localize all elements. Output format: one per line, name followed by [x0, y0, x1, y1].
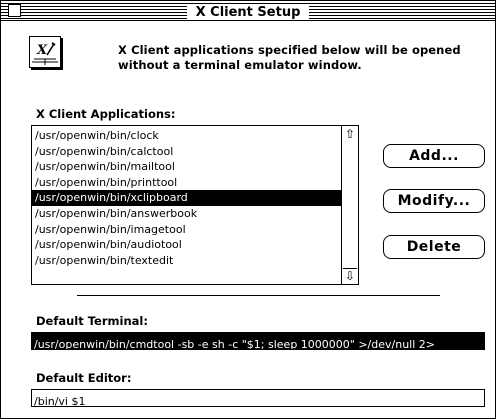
title-bar[interactable]: X Client Setup: [1, 1, 495, 21]
default-terminal-input[interactable]: [32, 337, 484, 349]
list-item[interactable]: /usr/openwin/bin/printtool: [32, 175, 341, 191]
list-item[interactable]: /usr/openwin/bin/textedit: [32, 253, 341, 269]
modify-button[interactable]: Modify...: [383, 189, 485, 213]
list-item[interactable]: /usr/openwin/bin/audiotool: [32, 237, 341, 253]
list-item[interactable]: /usr/openwin/bin/calctool: [32, 144, 341, 160]
intro-line-2: without a terminal emulator window.: [118, 58, 362, 72]
x-client-applications-list[interactable]: /usr/openwin/bin/clock/usr/openwin/bin/c…: [31, 125, 359, 285]
default-editor-field[interactable]: [31, 389, 485, 407]
delete-button[interactable]: Delete: [383, 235, 485, 259]
list-items: /usr/openwin/bin/clock/usr/openwin/bin/c…: [32, 128, 341, 268]
list-item[interactable]: /usr/openwin/bin/xclipboard: [32, 190, 341, 206]
default-terminal-label: Default Terminal:: [36, 314, 148, 328]
default-editor-input[interactable]: [32, 394, 484, 406]
section-divider: [77, 295, 440, 296]
list-item[interactable]: /usr/openwin/bin/answerbook: [32, 206, 341, 222]
list-item[interactable]: /usr/openwin/bin/imagetool: [32, 222, 341, 238]
x-client-app-icon: X: [29, 36, 61, 68]
list-item[interactable]: /usr/openwin/bin/mailtool: [32, 159, 341, 175]
x-client-applications-label: X Client Applications:: [36, 107, 176, 121]
scroll-down-arrow-icon[interactable]: ⇩: [343, 268, 357, 283]
list-scrollbar[interactable]: ⇧ ⇩: [341, 126, 358, 284]
x-client-setup-window: X Client Setup X X Client applications s…: [0, 0, 496, 419]
add-button[interactable]: Add...: [383, 144, 485, 168]
default-editor-label: Default Editor:: [36, 371, 132, 385]
svg-text:X: X: [36, 43, 48, 58]
intro-text: X Client applications specified below wi…: [118, 43, 490, 73]
default-terminal-field[interactable]: [31, 332, 485, 350]
scroll-up-arrow-icon[interactable]: ⇧: [343, 127, 357, 141]
list-item[interactable]: /usr/openwin/bin/clock: [32, 128, 341, 144]
window-title: X Client Setup: [186, 5, 310, 20]
intro-line-1: X Client applications specified below wi…: [118, 43, 461, 57]
